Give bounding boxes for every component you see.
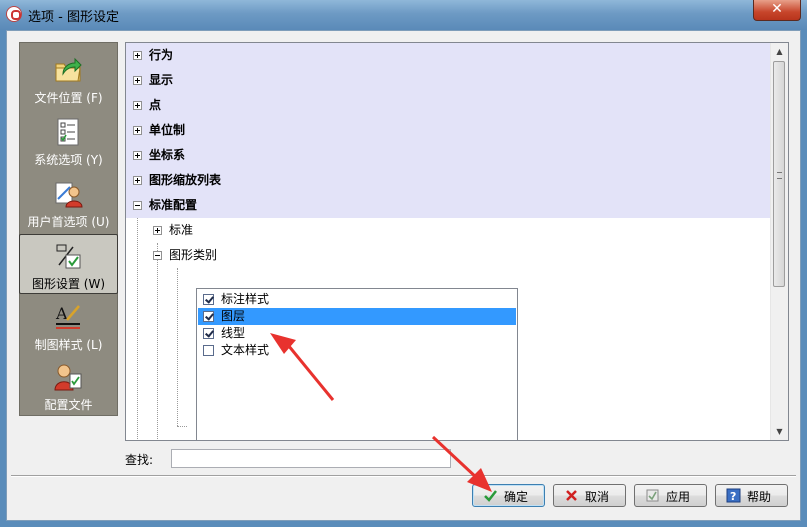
app-logo-icon: [6, 6, 22, 22]
sidebar-item-system-options[interactable]: 系统选项 (Y): [20, 111, 117, 171]
sidebar-item-profile[interactable]: 配置文件: [20, 356, 117, 416]
sidebar-item-label: 图形设置 (W): [31, 277, 106, 291]
sidebar-item-label: 制图样式 (L): [34, 338, 103, 352]
sidebar-item-user-preferences[interactable]: 用户首选项 (U): [20, 173, 117, 233]
tree-guide-line: [157, 243, 158, 440]
tree-scrollbar[interactable]: ▲ ▼: [770, 43, 788, 440]
checklist-icon: [57, 118, 79, 146]
scroll-up-arrow-icon[interactable]: ▲: [774, 46, 785, 57]
expand-plus-icon[interactable]: [133, 51, 142, 60]
apply-icon: [646, 489, 659, 502]
list-item-text-style[interactable]: 文本样式: [198, 342, 516, 359]
help-question-icon: ?: [726, 488, 741, 503]
tree-node-graphic-category[interactable]: 图形类别: [126, 243, 772, 268]
list-item-layer[interactable]: 图层: [198, 308, 516, 325]
sidebar-item-drafting-style[interactable]: A 制图样式 (L): [20, 296, 117, 356]
options-dialog: 文件位置 (F) 系统选项 (Y) 用户首选项 (U) 图形设置 (W) A 制…: [6, 30, 801, 521]
expand-plus-icon[interactable]: [133, 151, 142, 160]
sidebar-item-label: 用户首选项 (U): [27, 215, 110, 229]
divider: [11, 475, 796, 477]
apply-button[interactable]: 应用: [634, 484, 707, 507]
folder-arrow-icon: [55, 57, 82, 82]
graphic-settings-icon: [56, 244, 81, 269]
tree-node-zoom-list[interactable]: 图形缩放列表: [126, 168, 772, 193]
tree-node-standard-config[interactable]: 标准配置: [126, 193, 772, 218]
scroll-grip-icon: [777, 172, 782, 179]
expand-plus-icon[interactable]: [133, 126, 142, 135]
tree-node-display[interactable]: 显示: [126, 68, 772, 93]
scroll-thumb[interactable]: [773, 61, 785, 287]
tree-node-standard[interactable]: 标准: [126, 218, 772, 243]
svg-text:?: ?: [730, 490, 736, 503]
sidebar-item-graphic-settings[interactable]: 图形设置 (W): [19, 234, 118, 294]
search-input[interactable]: [171, 449, 451, 468]
list-item-linetype[interactable]: 线型: [198, 325, 516, 342]
checkbox-checked[interactable]: [203, 311, 214, 322]
expand-plus-icon[interactable]: [153, 226, 162, 235]
sidebar-item-file-locations[interactable]: 文件位置 (F): [20, 49, 117, 109]
expand-plus-icon[interactable]: [133, 101, 142, 110]
help-button[interactable]: ? 帮助: [715, 484, 788, 507]
collapse-minus-icon[interactable]: [153, 251, 162, 260]
cancel-x-icon: [566, 490, 577, 501]
sidebar-item-label: 配置文件: [44, 398, 93, 412]
category-sidebar: 文件位置 (F) 系统选项 (Y) 用户首选项 (U) 图形设置 (W) A 制…: [19, 42, 118, 416]
drafting-style-icon: A: [55, 304, 80, 329]
expand-plus-icon[interactable]: [133, 76, 142, 85]
expand-plus-icon[interactable]: [133, 176, 142, 185]
tree-guide-line: [177, 426, 187, 427]
window-title: 选项 - 图形设定: [28, 10, 119, 25]
list-item-dimension-style[interactable]: 标注样式: [198, 291, 516, 308]
cancel-button[interactable]: 取消: [553, 484, 626, 507]
ok-button[interactable]: 确定: [472, 484, 545, 507]
tree-node-units[interactable]: 单位制: [126, 118, 772, 143]
collapse-minus-icon[interactable]: [133, 201, 142, 210]
user-preferences-icon: [55, 182, 83, 208]
tree-node-coordinate-system[interactable]: 坐标系: [126, 143, 772, 168]
category-checklist[interactable]: 标注样式 图层 线型 文本样式: [196, 288, 518, 440]
profile-icon: [54, 364, 82, 391]
tree-node-point[interactable]: 点: [126, 93, 772, 118]
sidebar-item-label: 文件位置 (F): [34, 91, 103, 105]
checkbox-unchecked[interactable]: [203, 345, 214, 356]
checkmark-icon: [484, 490, 497, 502]
checkbox-checked[interactable]: [203, 328, 214, 339]
checkbox-checked[interactable]: [203, 294, 214, 305]
sidebar-item-label: 系统选项 (Y): [34, 153, 103, 167]
settings-tree[interactable]: 行为 显示 点 单位制 坐标系 图形缩放列表 标准配置 标准 图形类别 标注样式…: [125, 42, 789, 441]
scroll-down-arrow-icon[interactable]: ▼: [774, 426, 785, 437]
close-button[interactable]: ✕: [753, 0, 801, 21]
svg-text:A: A: [55, 304, 68, 323]
title-bar: 选项 - 图形设定 ✕: [0, 0, 807, 30]
tree-node-behavior[interactable]: 行为: [126, 43, 772, 68]
tree-guide-line: [177, 268, 178, 426]
search-label: 查找:: [125, 453, 154, 467]
